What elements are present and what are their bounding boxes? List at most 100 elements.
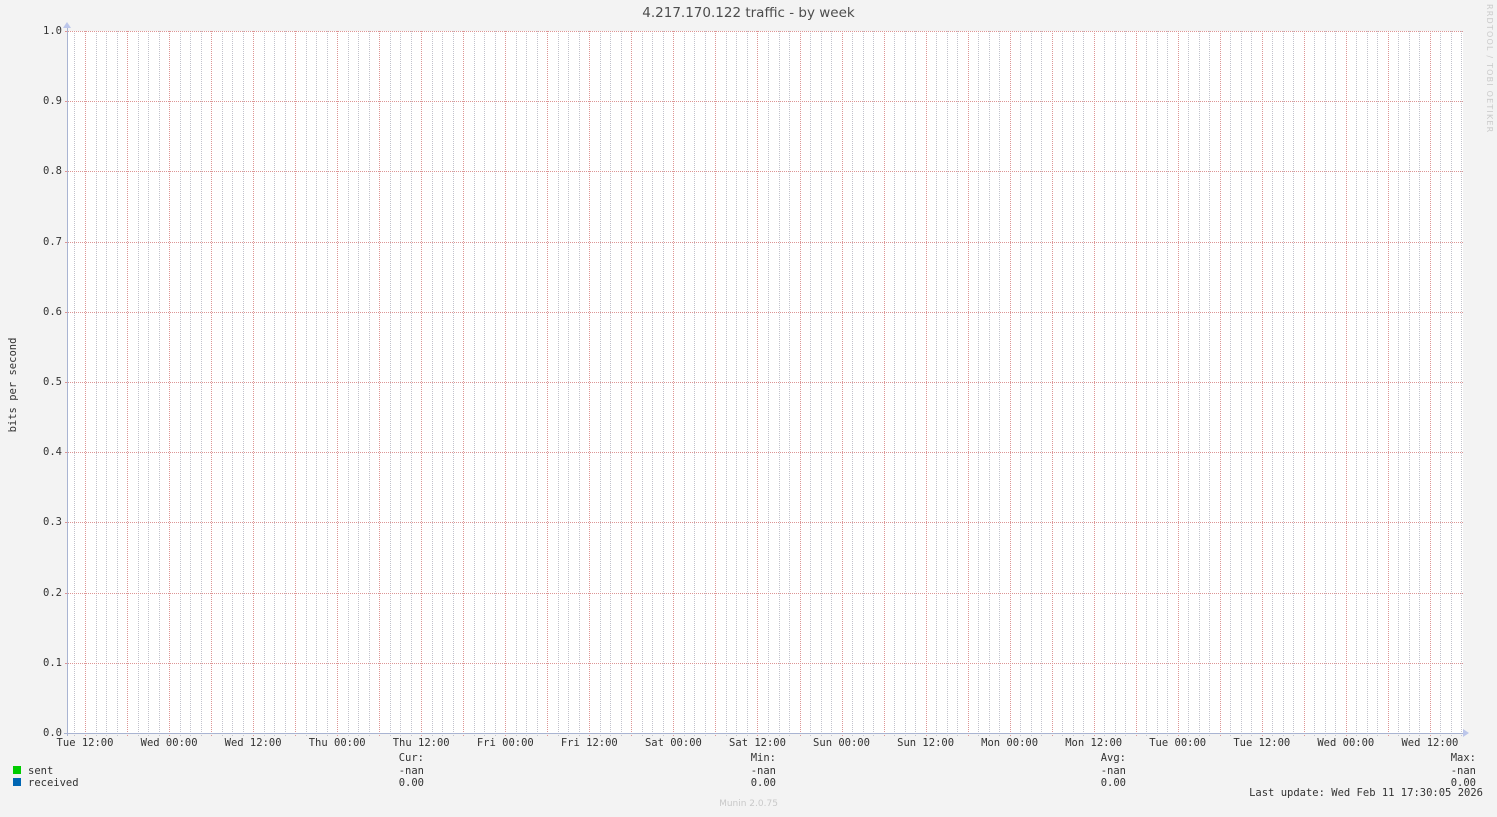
grid-minor-vline [610,31,612,736]
grid-minor-vline [200,31,202,736]
grid-minor-vline [515,31,517,736]
grid-minor-vline [946,31,948,736]
grid-minor-vline [1230,31,1232,736]
grid-minor-vline [1114,31,1116,736]
grid-minor-vline [1188,31,1190,736]
grid-minor-vline [704,31,706,736]
grid-minor-vline [789,31,790,736]
stat-value-received: 0.00 [398,777,424,789]
grid-minor-vline [578,31,580,736]
grid-major-vline [169,31,171,736]
grid-minor-vline [915,31,917,736]
grid-major-vline [967,31,969,736]
grid-minor-vline [599,31,601,736]
x-tick-label: Tue 12:00 [56,737,114,749]
grid-minor-vline [1408,31,1410,736]
grid-minor-vline [862,31,864,736]
grid-minor-vline [526,31,528,736]
x-tick-label: Wed 00:00 [140,737,198,749]
y-axis-arrow-icon [63,22,71,28]
y-tick-label: 0.3 [43,516,62,529]
grid-major-vline [379,31,381,736]
grid-minor-vline [431,31,433,736]
x-tick-label: Fri 00:00 [476,737,534,749]
stat-value-sent: -nan [398,764,424,777]
grid-minor-vline [1366,31,1368,736]
grid-major-vline [841,31,843,736]
grid-major-vline [1387,31,1389,736]
stat-value-sent: -nan [750,764,776,777]
grid-minor-vline [1251,31,1253,736]
x-tick-label: Wed 12:00 [1401,737,1459,749]
x-tick-label: Sat 12:00 [729,737,786,749]
grid-minor-vline [1440,31,1442,736]
grid-minor-vline [263,31,265,736]
grid-minor-vline [1209,31,1211,736]
grid-major-vline [883,31,885,736]
grid-minor-vline [410,31,412,736]
x-tick-label: Mon 00:00 [981,737,1039,749]
grid-minor-vline [1335,31,1337,736]
chart-title: 4.217.170.122 traffic - by week [642,5,855,21]
x-tick-label: Fri 12:00 [560,737,618,749]
grid-minor-vline [484,31,486,736]
legend-label-sent: sent [28,764,54,777]
grid-minor-vline [190,31,192,736]
x-tick-label: Tue 00:00 [1149,737,1207,749]
grid-major-hline [65,452,1463,454]
grid-minor-vline [957,31,959,736]
grid-minor-vline [1419,31,1421,736]
y-tick-label: 0.2 [43,586,62,599]
grid-minor-vline [179,31,181,736]
grid-minor-vline [232,31,234,736]
y-tick-label: 0.5 [43,376,62,388]
grid-major-vline [1303,31,1305,736]
grid-minor-vline [1146,31,1148,736]
x-tick-label: Sat 00:00 [644,737,702,749]
grid-minor-vline [725,31,727,736]
grid-minor-vline [158,31,160,736]
grid-minor-vline [831,31,833,736]
y-tick-label: 0.7 [43,235,62,248]
grid-minor-vline [1156,31,1158,736]
grid-major-hline [65,241,1463,243]
stat-header: Cur: [398,752,424,764]
grid-minor-vline [473,31,475,736]
grid-major-hline [65,662,1463,664]
grid-minor-vline [662,31,664,736]
grid-major-vline [631,31,633,736]
grid-minor-vline [736,31,738,736]
legend-label-received: received [28,777,79,789]
x-tick-label: Thu 00:00 [308,737,366,749]
grid-minor-vline [694,31,696,736]
x-axis-line [64,733,1463,734]
grid-major-vline [799,31,801,736]
stat-value-sent: -nan [1100,764,1126,777]
y-tick-label: 1.0 [43,25,62,37]
grid-minor-vline [389,31,391,736]
stat-header: Max: [1450,752,1476,764]
grid-major-vline [421,31,423,736]
grid-major-vline [463,31,465,736]
grid-minor-vline [274,31,276,736]
x-tick-label: Wed 00:00 [1317,737,1375,749]
grid-major-hline [65,592,1463,594]
grid-minor-vline [148,31,150,736]
x-tick-label: Mon 12:00 [1065,737,1123,749]
grid-major-vline [925,31,927,736]
grid-minor-vline [74,31,76,736]
grid-minor-vline [1020,31,1022,736]
x-axis-arrow-icon [1463,729,1469,737]
grid-major-vline [505,31,507,736]
y-tick-label: 0.0 [43,727,62,739]
grid-minor-vline [494,31,496,736]
grid-minor-vline [999,31,1001,736]
x-tick-label: Tue 12:00 [1233,737,1291,749]
grid-major-vline [1219,31,1221,736]
grid-major-vline [715,31,717,736]
grid-minor-vline [1062,31,1064,736]
grid-major-vline [589,31,591,736]
munin-traffic-graph: { "watermark_right": "RRDTOOL / TOBI OET… [0,0,1497,817]
grid-major-hline [65,522,1463,524]
grid-minor-vline [1282,31,1284,736]
